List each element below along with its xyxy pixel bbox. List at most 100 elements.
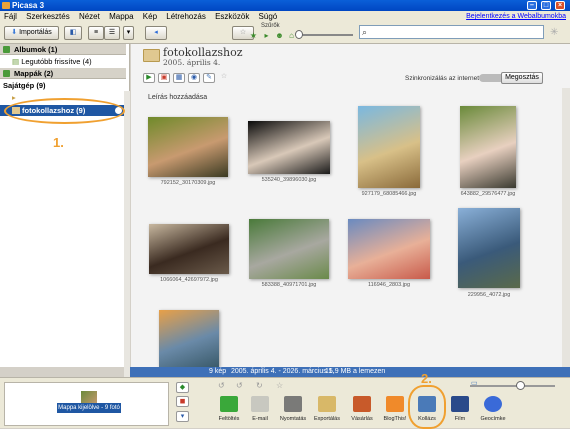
menu-folder[interactable]: Mappa (109, 12, 133, 21)
date-filter-slider-knob[interactable] (295, 30, 303, 39)
back-arrow-icon: ◂ (154, 29, 158, 36)
clear-button[interactable]: ◼ (176, 396, 189, 407)
action-geotag[interactable]: Geocímke (476, 392, 510, 426)
web-album-button[interactable]: ▣ (158, 73, 170, 83)
chevron-down-icon: ▾ (126, 29, 131, 36)
action-upload[interactable]: Feltöltés (212, 392, 246, 426)
photo-thumb-3[interactable] (358, 106, 420, 188)
rotate-left-2-icon[interactable]: ↺ (236, 381, 243, 390)
tree-view-icon: ☰ (108, 29, 116, 36)
tree-view-button[interactable]: ☰ (104, 26, 120, 40)
folders-section-header[interactable]: Mappák (2) (0, 68, 126, 79)
sidebar-scrollbar[interactable] (124, 91, 130, 391)
photo-thumb-5[interactable] (149, 224, 229, 274)
starred-filter-icon[interactable]: ★ (249, 32, 258, 40)
edit-info-button[interactable]: ✎ (203, 73, 215, 83)
thumbnail-size-slider-knob[interactable] (516, 381, 525, 390)
add-caption-link[interactable]: Leírás hozzáadása (148, 94, 207, 101)
share-button[interactable]: Megosztás (501, 72, 543, 84)
action-blogthis[interactable]: BlogThis! (378, 392, 412, 426)
maximize-button[interactable]: □ (541, 1, 551, 10)
action-shop[interactable]: Vásárlás (345, 392, 379, 426)
rotate-right-icon[interactable]: ↻ (256, 381, 263, 390)
collage-button[interactable]: ▦ (173, 73, 185, 83)
photo-filename: 927179_68085466.jpg (361, 191, 417, 197)
folder-date: 2005. április 4. (163, 58, 221, 67)
photo-thumb-8[interactable] (458, 208, 520, 288)
star-add-icon: ☆ (239, 29, 247, 36)
star-icon[interactable]: ☆ (276, 381, 283, 390)
import-button[interactable]: ⬇ Importálás (4, 26, 59, 40)
action-print[interactable]: Nyomtatás (276, 392, 310, 426)
movie-icon: ◉ (190, 74, 198, 81)
menu-edit[interactable]: Szerkesztés (26, 12, 70, 21)
info-icon: ✎ (206, 74, 212, 81)
shop-icon (353, 396, 371, 412)
close-button[interactable]: × (555, 1, 565, 10)
thumbnail-size-slider[interactable] (470, 381, 555, 390)
picasa-app-icon (2, 2, 10, 9)
people-filter-icon[interactable]: ☻ (275, 32, 284, 40)
movie-button[interactable]: ◉ (188, 73, 200, 83)
menu-help[interactable]: Súgó (259, 12, 278, 21)
star-folder-button[interactable]: ☆ (218, 73, 230, 83)
search-input[interactable]: ⌕ (359, 25, 544, 39)
folder-icon: ▸ (12, 93, 16, 102)
menu-tools[interactable]: Eszközök (215, 12, 249, 21)
album-icon: ▤ (12, 57, 20, 66)
albums-section-header[interactable]: Albumok (1) (0, 44, 126, 55)
back-button[interactable]: ◂ (145, 26, 167, 40)
tray-selection-label: Mappa kijelölve - 9 fotó (57, 403, 121, 413)
window-title: Picasa 3 (12, 1, 45, 10)
menu-create[interactable]: Létrehozás (166, 12, 206, 21)
menu-picture[interactable]: Kép (143, 12, 157, 21)
collapse-icon[interactable] (3, 70, 10, 77)
photo-tray[interactable]: Mappa kijelölve - 9 fotó (4, 382, 169, 426)
photo-thumb-4[interactable] (460, 106, 516, 188)
photo-thumb-2[interactable] (248, 121, 330, 174)
menu-file[interactable]: Fájl (4, 12, 17, 21)
list-view-button[interactable]: ≡ (88, 26, 104, 40)
action-email[interactable]: E-mail (243, 392, 277, 426)
photo-filename: 583388_40971701.jpg (261, 282, 317, 288)
people-button[interactable]: ◧ (64, 26, 82, 40)
geotag-icon (484, 396, 502, 412)
annotation-number-1: 1. (53, 135, 64, 150)
photo-thumb-6[interactable] (249, 219, 329, 279)
date-filter-slider[interactable] (295, 30, 353, 39)
photo-filename: 1066064_42697972.jpg (160, 277, 218, 283)
menu-view[interactable]: Nézet (79, 12, 100, 21)
video-filter-icon[interactable]: ▸ (262, 32, 271, 40)
photo-thumb-9[interactable] (159, 310, 219, 367)
rotate-left-icon[interactable]: ↺ (218, 381, 225, 390)
sidebar-item-my-computer[interactable]: Sajátgép (9) (0, 80, 126, 91)
action-export[interactable]: Exportálás (310, 392, 344, 426)
web-albums-signin-link[interactable]: Bejelentkezés a Webalbumokba (466, 11, 566, 22)
sidebar-item-recently-updated[interactable]: ▤ Legutóbb frissítve (4) (0, 56, 126, 67)
minimize-button[interactable]: – (527, 1, 537, 10)
search-icon: ⌕ (362, 27, 368, 37)
photo-thumb-7[interactable] (348, 219, 430, 279)
photo-thumb-1[interactable] (148, 117, 228, 177)
loading-spinner-icon: ✳ (550, 27, 559, 38)
photo-filename: 643882_29576477.jpg (460, 191, 516, 197)
upload-icon (220, 396, 238, 412)
action-label: Feltöltés (218, 416, 240, 422)
status-bar: 9 kép 2005. április 4. - 2026. március 1… (130, 367, 570, 377)
photo-count: 9 kép (209, 368, 227, 375)
collapse-icon[interactable] (3, 46, 10, 53)
action-label: Film (454, 416, 466, 422)
play-slideshow-button[interactable]: ▶ (143, 73, 155, 83)
people-icon: ◧ (69, 29, 77, 36)
collage-icon: ▦ (175, 74, 183, 81)
grid-scrollbar[interactable] (562, 88, 570, 367)
highlight-ring-2 (408, 385, 446, 429)
sync-label: Szinkronizálás az internettel (405, 75, 486, 82)
hold-button[interactable]: ◆ (176, 382, 189, 393)
sidebar-item-label: Legutóbb frissítve (4) (21, 57, 92, 66)
add-to-button[interactable]: ▾ (176, 411, 189, 422)
menu-bar: Fájl Szerkesztés Nézet Mappa Kép Létreho… (0, 11, 570, 22)
view-dropdown-button[interactable]: ▾ (123, 26, 134, 40)
action-movie[interactable]: Film (443, 392, 477, 426)
clear-icon: ◼ (179, 398, 186, 405)
